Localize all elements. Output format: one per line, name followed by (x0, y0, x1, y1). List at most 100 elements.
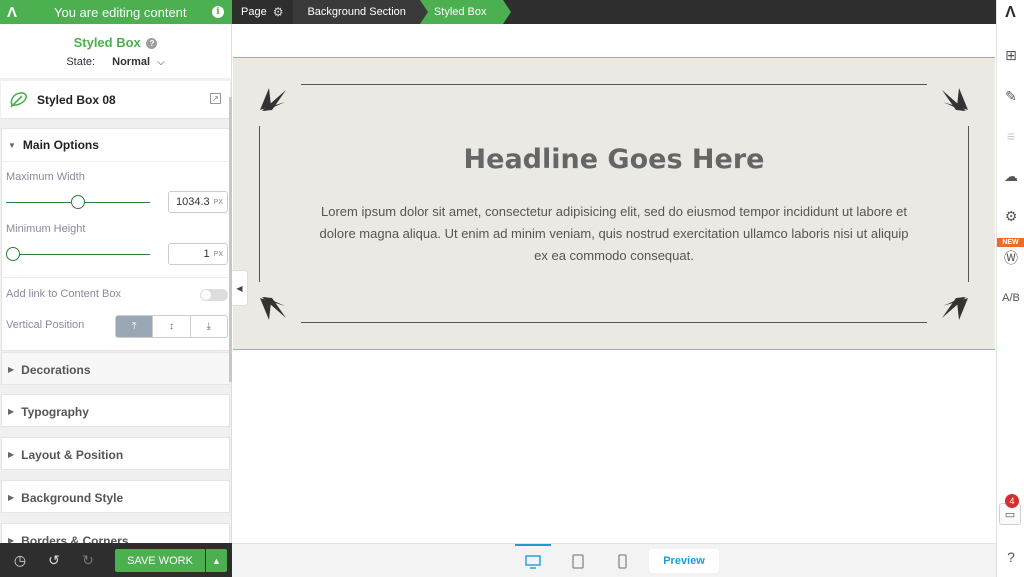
divider (2, 277, 231, 278)
state-selector[interactable]: State: Normal ⌵ (0, 56, 231, 68)
state-value: Normal (112, 56, 151, 68)
top-bar: Λ You are editing content i Page ⚙ Backg… (0, 0, 996, 24)
leaf-ornament-icon (942, 297, 968, 320)
notification-badge: 4 (1005, 494, 1019, 508)
settings-icon[interactable]: ⚙ (997, 206, 1024, 226)
desktop-view-button[interactable] (515, 544, 551, 577)
styled-box[interactable]: Headline Goes Here Lorem ipsum dolor sit… (233, 58, 995, 349)
headline[interactable]: Headline Goes Here (233, 144, 995, 175)
help-icon[interactable]: ? (146, 38, 158, 49)
align-bottom-button[interactable]: ⤓ (191, 316, 227, 337)
background-style-label: Background Style (21, 490, 124, 505)
borders-corners-label: Borders & Corners (21, 533, 129, 544)
min-height-slider-handle[interactable] (6, 247, 20, 261)
caret-right-icon: ▶ (8, 536, 15, 543)
decorations-section[interactable]: ▶ Decorations (1, 352, 230, 385)
borders-corners-header[interactable]: ▶ Borders & Corners (2, 524, 229, 544)
align-top-icon: ⤒ (131, 321, 137, 332)
caret-left-icon: ◀ (236, 283, 243, 293)
background-style-header[interactable]: ▶ Background Style (2, 481, 229, 514)
breadcrumb-page[interactable]: Page ⚙ (232, 0, 293, 24)
sliders-icon[interactable]: ≡ (997, 126, 1024, 146)
align-middle-icon: ↕ (168, 321, 174, 332)
preset-row[interactable]: Styled Box 08 ↗ (1, 81, 230, 119)
decorations-label: Decorations (21, 362, 91, 377)
bottom-action-bar: ◷ ↺ ↻ SAVE WORK ▲ (0, 543, 232, 577)
borders-corners-section[interactable]: ▶ Borders & Corners (1, 523, 230, 543)
leaf-ornament-icon (260, 297, 286, 320)
typography-section[interactable]: ▶ Typography (1, 394, 230, 427)
align-top-button[interactable]: ⤒ (116, 316, 154, 337)
gear-icon[interactable]: ⚙ (273, 5, 284, 19)
external-link-icon[interactable]: ↗ (210, 93, 221, 104)
link-toggle[interactable] (200, 289, 228, 301)
collapse-panel-button[interactable]: ◀ (232, 270, 248, 306)
max-width-unit[interactable]: PX (214, 199, 223, 206)
new-badge: NEW (997, 238, 1024, 247)
breadcrumb-background-section-label: Background Section (307, 6, 406, 18)
align-bottom-icon: ⤓ (206, 321, 212, 332)
tablet-icon (572, 553, 584, 569)
desktop-icon (525, 555, 541, 569)
vertical-position-label: Vertical Position (6, 319, 85, 331)
cloud-download-icon[interactable]: ☁ (997, 166, 1024, 186)
info-icon[interactable]: i (212, 6, 224, 18)
link-toggle-label: Add link to Content Box (6, 288, 121, 300)
vertical-position-group: ⤒ ↕ ⤓ (115, 315, 228, 338)
redo-icon[interactable]: ↻ (71, 543, 105, 577)
editing-banner-text: You are editing content (54, 4, 187, 20)
breadcrumb-page-label: Page (241, 6, 267, 18)
preset-name: Styled Box 08 (37, 92, 116, 107)
preview-button[interactable]: Preview (649, 549, 719, 573)
align-middle-button[interactable]: ↕ (153, 316, 191, 337)
wordpress-icon[interactable]: Ⓦ (997, 248, 1024, 268)
brush-icon[interactable]: ✎ (997, 86, 1024, 106)
add-element-icon[interactable]: ⊞ (997, 45, 1024, 65)
background-style-section[interactable]: ▶ Background Style (1, 480, 230, 513)
save-work-button[interactable]: SAVE WORK (115, 549, 205, 572)
body-text[interactable]: Lorem ipsum dolor sit amet, consectetur … (319, 201, 909, 267)
min-height-label: Minimum Height (6, 223, 86, 235)
caret-right-icon: ▶ (8, 493, 15, 502)
typography-label: Typography (21, 404, 89, 419)
breadcrumb-styled-box-label: Styled Box (433, 6, 487, 18)
main-options-header[interactable]: ▼ Main Options (2, 129, 229, 162)
ab-test-icon[interactable]: A/B (997, 288, 1024, 308)
caret-right-icon: ▶ (8, 365, 15, 374)
max-width-value: 1034.3 (176, 196, 210, 208)
min-height-input[interactable]: 1 PX (168, 243, 228, 265)
app-logo-icon[interactable]: Λ (0, 0, 24, 24)
layout-position-label: Layout & Position (21, 447, 124, 462)
brand-logo-icon[interactable]: Λ (997, 0, 1024, 26)
layout-position-section[interactable]: ▶ Layout & Position (1, 437, 230, 470)
mobile-icon (617, 553, 627, 569)
tablet-view-button[interactable] (560, 544, 596, 577)
breadcrumb-background-section[interactable]: Background Section (293, 0, 429, 24)
panel-title: Styled Box (73, 35, 141, 50)
min-height-value: 1 (203, 248, 210, 260)
min-height-slider-track[interactable] (6, 254, 150, 255)
save-options-button[interactable]: ▲ (206, 549, 227, 572)
help-question-icon[interactable]: ? (997, 547, 1024, 567)
decorations-header[interactable]: ▶ Decorations (2, 353, 229, 386)
device-preview-bar: Preview (232, 543, 996, 577)
main-options-section: ▼ Main Options Maximum Width 1034.3 PX M… (1, 128, 231, 351)
caret-down-icon: ▼ (8, 140, 16, 150)
caret-right-icon: ▶ (8, 407, 15, 416)
min-height-unit[interactable]: PX (214, 251, 223, 258)
breadcrumb-styled-box[interactable]: Styled Box (419, 0, 511, 24)
panel-header: Styled Box ? State: Normal ⌵ (0, 24, 231, 78)
history-icon[interactable]: ◷ (3, 543, 37, 577)
max-width-input[interactable]: 1034.3 PX (168, 191, 228, 213)
undo-icon[interactable]: ↺ (37, 543, 71, 577)
properties-panel: Styled Box ? State: Normal ⌵ Styled Box … (0, 24, 232, 543)
max-width-slider-handle[interactable] (71, 195, 85, 209)
chevron-down-icon: ⌵ (157, 57, 165, 68)
top-border-line (301, 84, 927, 85)
leaf-ornament-icon (260, 88, 286, 111)
layout-position-header[interactable]: ▶ Layout & Position (2, 438, 229, 471)
typography-header[interactable]: ▶ Typography (2, 395, 229, 428)
bottom-border-line (301, 322, 927, 323)
mobile-view-button[interactable] (604, 544, 640, 577)
chevron-up-icon: ▲ (212, 555, 221, 566)
